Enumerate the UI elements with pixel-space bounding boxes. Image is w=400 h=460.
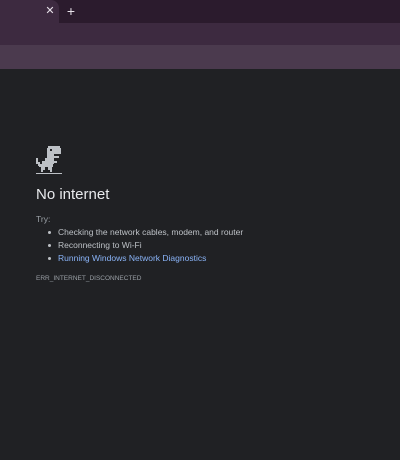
suggestion-list: Checking the network cables, modem, and … <box>48 226 243 265</box>
new-tab-button[interactable]: + <box>64 3 78 19</box>
dino-icon <box>36 146 62 174</box>
suggestion-check-cables: Checking the network cables, modem, and … <box>48 226 243 239</box>
address-bar[interactable] <box>0 24 400 44</box>
suggestion-text: Checking the network cables, modem, and … <box>58 227 244 237</box>
network-diagnostics-link[interactable]: Running Windows Network Diagnostics <box>48 252 243 265</box>
error-code: ERR_INTERNET_DISCONNECTED <box>36 275 142 282</box>
bullet-icon <box>48 244 51 247</box>
bullet-icon <box>48 231 51 234</box>
tab-strip: ✕ + <box>0 0 400 23</box>
toolbar <box>0 23 400 45</box>
suggestion-reconnect-wifi: Reconnecting to Wi-Fi <box>48 239 243 252</box>
page-title: No internet <box>36 186 110 203</box>
tab-active[interactable]: ✕ <box>0 0 59 23</box>
bullet-icon <box>48 257 51 260</box>
error-page: No internet Try: Checking the network ca… <box>0 69 400 460</box>
close-tab-icon[interactable]: ✕ <box>44 4 56 18</box>
bookmarks-bar <box>0 45 400 69</box>
try-label: Try: <box>36 214 51 224</box>
suggestion-text[interactable]: Running Windows Network Diagnostics <box>58 253 206 263</box>
suggestion-text: Reconnecting to Wi-Fi <box>58 240 142 250</box>
